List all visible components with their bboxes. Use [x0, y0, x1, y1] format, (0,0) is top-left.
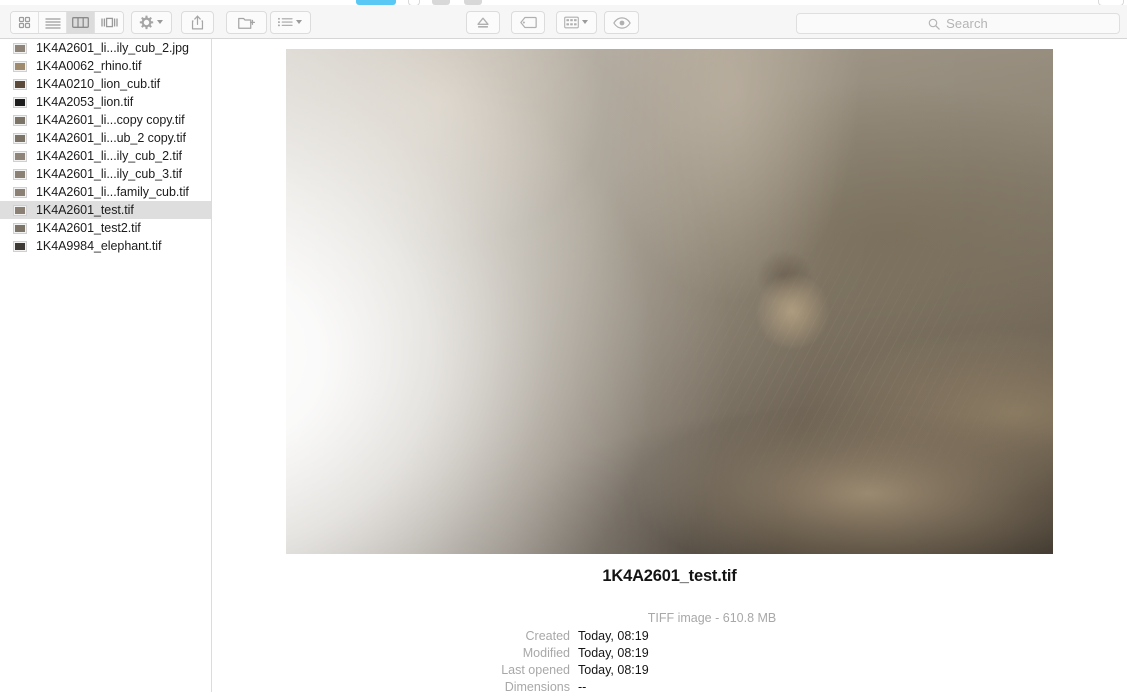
metadata-label: Modified: [522, 646, 570, 660]
preview-kind-and-size: TIFF image - 610.8 MB: [647, 611, 777, 625]
list-item-label: 1K4A2053_lion.tif: [36, 95, 134, 109]
metadata-value: Today, 08:19: [578, 646, 649, 660]
search-input[interactable]: Search: [796, 13, 1120, 34]
group-menu-button[interactable]: [556, 11, 597, 34]
list-item[interactable]: 1K4A2601_li...copy copy.tif: [0, 111, 211, 129]
search-placeholder: Search: [946, 16, 988, 31]
image-preview[interactable]: [286, 49, 1053, 554]
list-view-button[interactable]: [39, 12, 67, 33]
eject-button[interactable]: [466, 11, 500, 34]
group-grid-icon: [564, 16, 579, 29]
chevron-down-icon: [582, 19, 589, 26]
list-item-label: 1K4A2601_li...ub_2 copy.tif: [36, 131, 186, 145]
list-item[interactable]: 1K4A2601_test.tif: [0, 201, 211, 219]
list-item[interactable]: 1K4A2601_li...ily_cub_3.tif: [0, 165, 211, 183]
view-mode-segmented-control[interactable]: [10, 11, 124, 34]
chevron-down-icon: [157, 19, 164, 26]
columns-icon: [72, 17, 89, 28]
search-icon: [928, 18, 940, 30]
chevron-down-icon: [296, 19, 303, 26]
eject-icon: [477, 17, 489, 28]
preview-pane: 1K4A2601_test.tif TIFF image - 610.8 MB …: [212, 39, 1127, 694]
icon-view-button[interactable]: [11, 12, 39, 33]
file-thumbnail-icon: [13, 240, 27, 252]
file-thumbnail-icon: [13, 96, 27, 108]
list-item-label: 1K4A2601_test.tif: [36, 203, 134, 217]
preview-file-title: 1K4A2601_test.tif: [602, 567, 737, 585]
quick-look-button[interactable]: [604, 11, 639, 34]
list-item-label: 1K4A0062_rhino.tif: [36, 59, 142, 73]
new-folder-icon: [238, 17, 255, 29]
list-item[interactable]: 1K4A2053_lion.tif: [0, 93, 211, 111]
list-item-label: 1K4A2601_li...family_cub.tif: [36, 185, 189, 199]
file-thumbnail-icon: [13, 222, 27, 234]
list-item[interactable]: 1K4A2601_li...family_cub.tif: [0, 183, 211, 201]
new-folder-button[interactable]: [226, 11, 267, 34]
share-icon: [191, 15, 204, 30]
list-item[interactable]: 1K4A9984_elephant.tif: [0, 237, 211, 255]
gallery-icon: [100, 17, 118, 28]
action-menu-button[interactable]: [131, 11, 172, 34]
eye-icon: [612, 16, 631, 29]
list-item-label: 1K4A2601_li...copy copy.tif: [36, 113, 185, 127]
tag-button[interactable]: [511, 11, 545, 34]
grid-icon: [18, 16, 31, 29]
share-button[interactable]: [181, 11, 214, 34]
file-thumbnail-icon: [13, 78, 27, 90]
metadata-value: Today, 08:19: [578, 663, 649, 677]
list-item[interactable]: 1K4A0210_lion_cub.tif: [0, 75, 211, 93]
arrange-list-icon: [278, 17, 293, 26]
file-thumbnail-icon: [13, 150, 27, 162]
list-item-label: 1K4A2601_li...ily_cub_2.tif: [36, 149, 182, 163]
preview-metadata-table: Created Today, 08:19 Modified Today, 08:19 L…: [212, 629, 1127, 697]
gallery-view-button[interactable]: [95, 12, 123, 33]
list-item-label: 1K4A0210_lion_cub.tif: [36, 77, 161, 91]
gear-icon: [139, 15, 154, 30]
metadata-value: Today, 08:19: [578, 629, 649, 643]
metadata-row: Last opened Today, 08:19: [212, 663, 1127, 680]
file-thumbnail-icon: [13, 60, 27, 72]
file-thumbnail-icon: [13, 186, 27, 198]
list-item[interactable]: 1K4A0062_rhino.tif: [0, 57, 211, 75]
list-item[interactable]: 1K4A2601_li...ily_cub_2.jpg: [0, 39, 211, 57]
file-list[interactable]: 1K4A2601_li...ily_cub_2.jpg 1K4A0062_rhin…: [0, 39, 212, 692]
metadata-row: Created Today, 08:19: [212, 629, 1127, 646]
list-icon: [44, 17, 61, 29]
list-item[interactable]: 1K4A2601_test2.tif: [0, 219, 211, 237]
list-item[interactable]: 1K4A2601_li...ub_2 copy.tif: [0, 129, 211, 147]
file-thumbnail-icon: [13, 204, 27, 216]
metadata-row: Dimensions --: [212, 680, 1127, 697]
metadata-row: Modified Today, 08:19: [212, 646, 1127, 663]
metadata-label: Created: [525, 629, 570, 643]
file-thumbnail-icon: [13, 132, 27, 144]
list-item-label: 1K4A9984_elephant.tif: [36, 239, 162, 253]
file-thumbnail-icon: [13, 168, 27, 180]
toolbar: Search: [0, 5, 1127, 39]
arrange-menu-button[interactable]: [270, 11, 311, 34]
column-view-button[interactable]: [67, 12, 95, 33]
tag-icon: [519, 16, 537, 29]
file-thumbnail-icon: [13, 114, 27, 126]
list-item-label: 1K4A2601_li...ily_cub_2.jpg: [36, 41, 189, 55]
list-item[interactable]: 1K4A2601_li...ily_cub_2.tif: [0, 147, 211, 165]
file-thumbnail-icon: [13, 42, 27, 54]
list-item-label: 1K4A2601_test2.tif: [36, 221, 141, 235]
metadata-label: Last opened: [501, 663, 570, 677]
list-item-label: 1K4A2601_li...ily_cub_3.tif: [36, 167, 182, 181]
